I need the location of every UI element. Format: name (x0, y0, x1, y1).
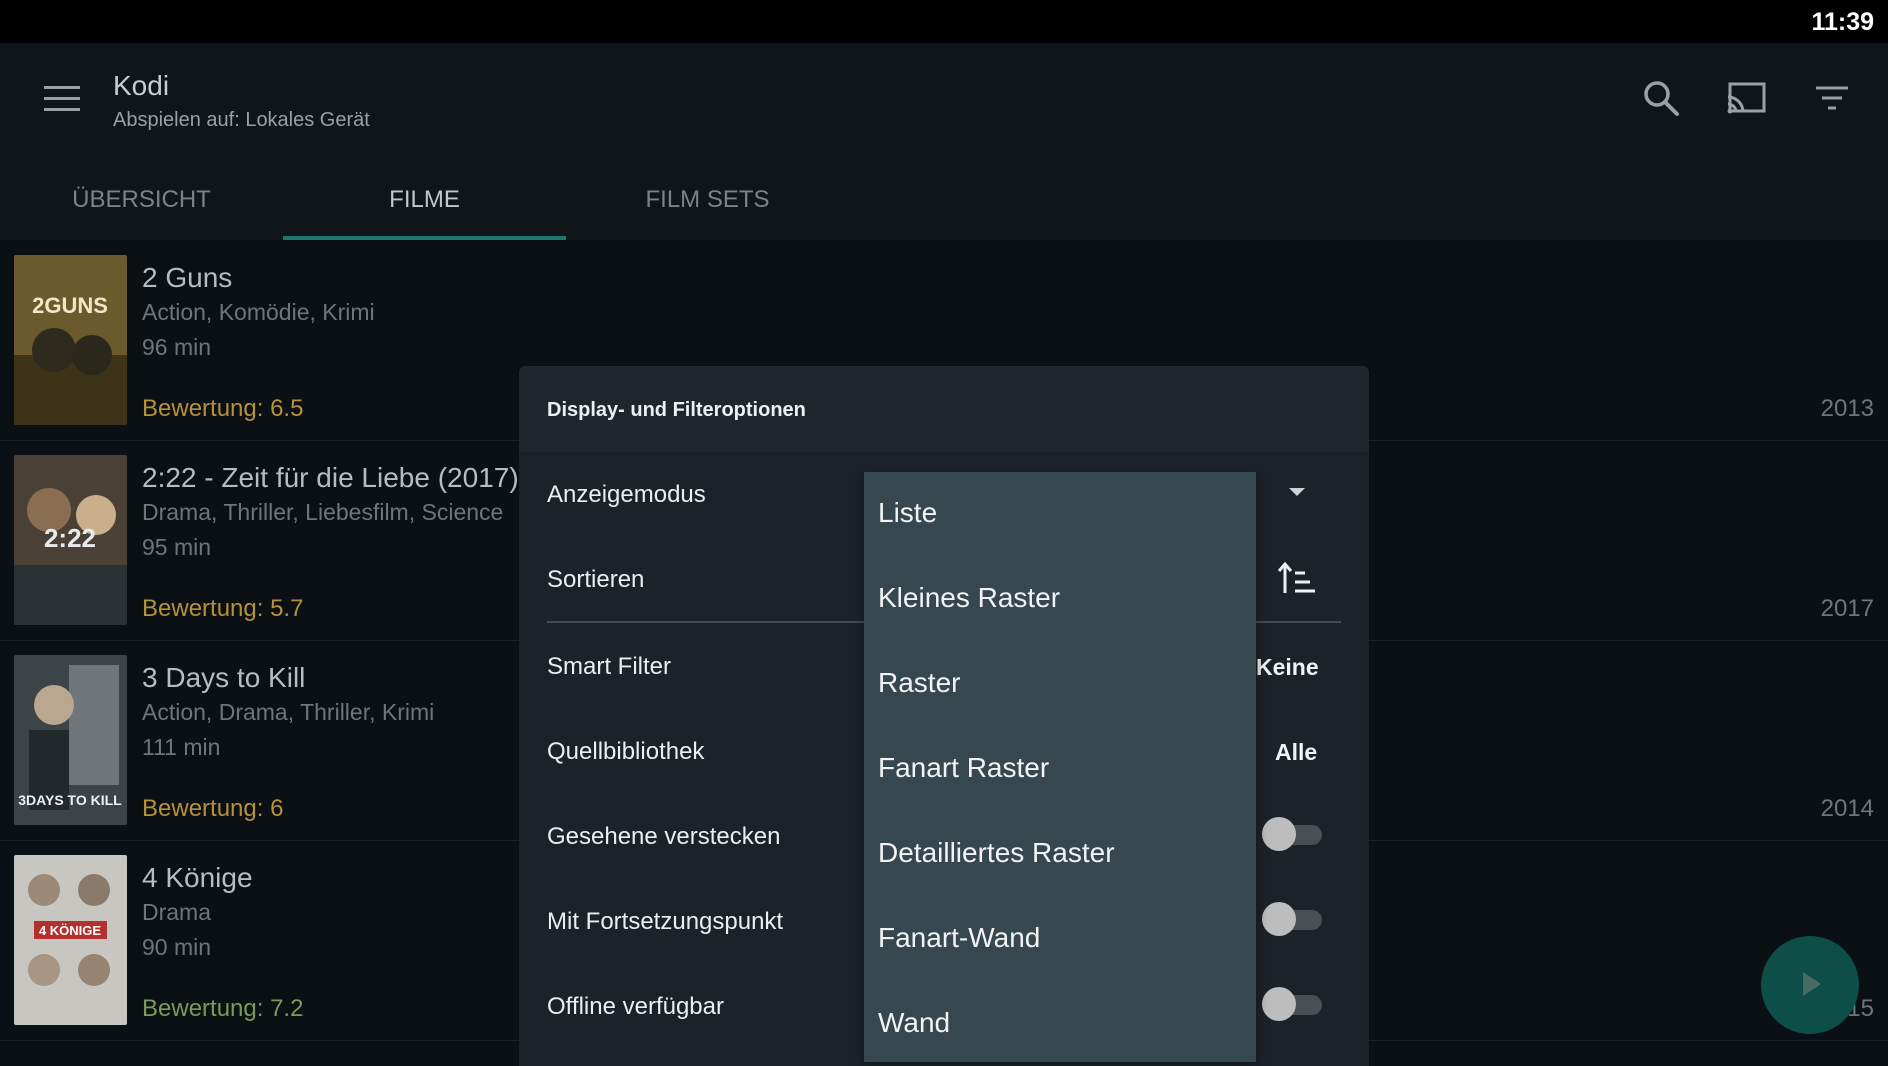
movie-rating: Bewertung: 5.7 (142, 595, 304, 622)
movie-title: 3 Days to Kill (142, 662, 306, 693)
movie-poster: 3DAYS TO KILL (14, 655, 127, 825)
option-label-sort: Sortieren (547, 566, 645, 593)
movie-duration: 90 min (142, 934, 212, 960)
dropdown-item[interactable]: Wand (878, 1007, 950, 1039)
option-label-resume-point: Mit Fortsetzungspunkt (547, 908, 784, 935)
app-title: Kodi (113, 70, 170, 101)
option-label-offline: Offline verfügbar (547, 993, 724, 1020)
smart-filter-value[interactable]: Keine (1256, 654, 1319, 681)
movie-duration: 95 min (142, 534, 212, 560)
dropdown-item[interactable]: Detailliertes Raster (878, 837, 1115, 869)
dropdown-item[interactable]: Raster (878, 667, 960, 699)
sort-ascending-icon[interactable] (1277, 561, 1317, 597)
dropdown-item[interactable]: Fanart-Wand (878, 922, 1040, 954)
display-mode-dropdown: Liste Kleines Raster Raster Fanart Raste… (864, 472, 1256, 1062)
status-bar: 11:39 (0, 0, 1888, 43)
dropdown-item[interactable]: Fanart Raster (878, 752, 1049, 784)
movie-genres: Action, Komödie, Krimi (142, 299, 375, 325)
movie-rating: Bewertung: 6 (142, 795, 284, 822)
hide-watched-toggle[interactable] (1262, 817, 1322, 851)
dialog-header: Display- und Filteroptionen (519, 366, 1369, 452)
movie-duration: 111 min (142, 734, 221, 760)
status-clock: 11:39 (1811, 8, 1874, 36)
chevron-down-icon[interactable] (1289, 488, 1305, 496)
tab-film-sets[interactable]: FILM SETS (566, 170, 849, 240)
offline-toggle[interactable] (1262, 987, 1322, 1021)
option-label-display-mode: Anzeigemodus (547, 481, 706, 508)
poster-text: 2:22 (44, 523, 96, 553)
movie-year: 2014 (1820, 795, 1874, 822)
movie-title: 2 Guns (142, 262, 233, 293)
poster-text: 3DAYS TO KILL (18, 792, 122, 808)
movie-poster: 4 KÖNIGE (14, 855, 127, 1025)
movie-year: 2013 (1820, 395, 1874, 422)
movie-rating: Bewertung: 7.2 (142, 995, 304, 1022)
option-label-source-library[interactable]: Quellbibliothek (547, 738, 704, 766)
movie-genres: Drama, Thriller, Liebesfilm, Science (142, 499, 504, 525)
menu-icon[interactable] (44, 86, 80, 112)
play-button[interactable] (1761, 936, 1859, 1034)
poster-text: 4 KÖNIGE (39, 923, 101, 938)
poster-text: 2GUNS (32, 293, 108, 318)
source-library-value[interactable]: Alle (1275, 739, 1317, 766)
movie-genres: Drama (142, 899, 212, 925)
movie-title: 4 Könige (142, 862, 253, 893)
movie-genres: Action, Drama, Thriller, Krimi (142, 699, 435, 725)
filter-icon[interactable] (1812, 78, 1852, 118)
tab-uebersicht[interactable]: ÜBERSICHT (0, 170, 283, 240)
movie-title: 2:22 - Zeit für die Liebe (2017) (142, 462, 519, 493)
movie-poster: 2:22 (14, 455, 127, 625)
tab-bar: ÜBERSICHT FILME FILM SETS (0, 170, 900, 240)
dialog-title: Display- und Filteroptionen (547, 399, 806, 421)
resume-point-toggle[interactable] (1262, 902, 1322, 936)
play-icon (1803, 972, 1821, 996)
app-subtitle: Abspielen auf: Lokales Gerät (113, 109, 370, 131)
movie-poster: 2GUNS (14, 255, 127, 425)
movie-duration: 96 min (142, 334, 212, 360)
tab-filme[interactable]: FILME (283, 170, 566, 240)
cast-icon[interactable] (1726, 78, 1766, 118)
dropdown-item[interactable]: Liste (878, 497, 937, 529)
option-label-hide-watched: Gesehene verstecken (547, 823, 781, 850)
search-icon[interactable] (1641, 78, 1681, 118)
movie-year: 2017 (1820, 595, 1874, 622)
dropdown-item[interactable]: Kleines Raster (878, 582, 1060, 614)
option-label-smart-filter[interactable]: Smart Filter (547, 653, 671, 681)
movie-rating: Bewertung: 6.5 (142, 395, 304, 422)
